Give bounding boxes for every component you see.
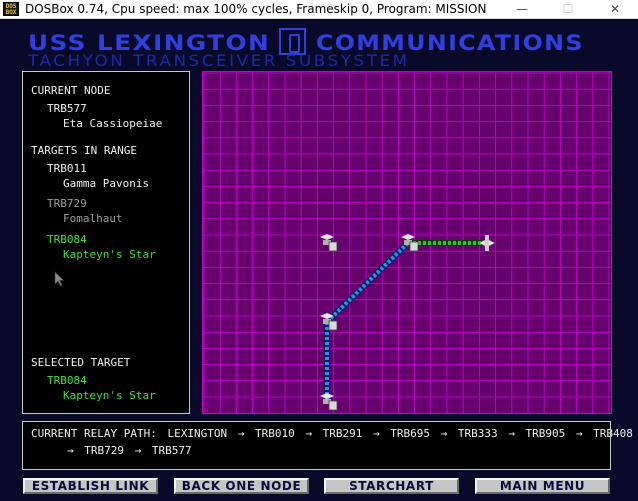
arrow-icon: → [508,427,515,440]
arrow-icon: → [237,427,245,440]
relay-node: TRB695 [390,427,430,440]
relay-node: TRB291 [322,427,363,440]
establish-link-button[interactable]: ESTABLISH LINK [23,478,158,494]
mouse-pointer-icon [54,271,64,287]
selected-target-id: TRB084 [47,374,87,387]
minimize-button[interactable]: — [499,0,545,18]
target-id[interactable]: TRB084 [47,233,87,246]
relay-path-panel: CURRENT RELAY PATH: LEXINGTON → TRB010 →… [22,421,633,470]
main-menu-button[interactable]: MAIN MENU [475,478,610,494]
subsystem-subtitle: TACHYON TRANSCEIVER SUBSYSTEM [28,51,410,70]
target-name[interactable]: Kapteyn's Star [63,248,156,261]
arrow-icon: → [575,427,583,440]
relay-node-icon [320,234,338,252]
selected-target-label: SELECTED TARGET [31,356,131,369]
target-name[interactable]: Fomalhaut [63,212,123,225]
relay-node: TRB010 [254,427,295,440]
starchart-button[interactable]: STARCHART [324,478,459,494]
relay-node: LEXINGTON [167,427,228,440]
dosbox-icon: DOS BOX [3,2,19,16]
relay-node: TRB408 [593,427,633,440]
relay-node: TRB905 [525,427,566,440]
arrow-icon: → [440,427,448,440]
target-id[interactable]: TRB011 [47,162,87,175]
relay-node: TRB577 [151,444,192,457]
window-title: DOSBox 0.74, Cpu speed: max 100% cycles,… [25,2,487,16]
arrow-icon: → [305,427,312,440]
relay-node: TRB729 [84,444,124,457]
targets-label: TARGETS IN RANGE [31,144,137,157]
arrow-icon: → [67,444,74,457]
relay-path-line-2: → TRB729 → TRB577 [67,444,196,457]
arrow-icon: → [372,427,380,440]
game-screen: USS LEXINGTON COMMUNICATIONS TACHYON TRA… [0,19,638,501]
target-name[interactable]: Gamma Pavonis [63,177,149,190]
node-info-panel: CURRENT NODE TRB577 Eta Cassiopeiae TARG… [22,71,190,414]
back-one-node-button[interactable]: BACK ONE NODE [174,478,309,494]
maximize-button[interactable]: ☐ [545,0,591,18]
current-node-icon [478,235,496,251]
relay-node-icon [320,393,338,411]
current-node-label: CURRENT NODE [31,84,111,97]
arrow-icon: → [134,444,142,457]
current-node-id: TRB577 [47,102,87,115]
relay-node: TRB333 [457,427,498,440]
current-node-name: Eta Cassiopeiae [63,117,163,130]
relay-path-line-1: CURRENT RELAY PATH: LEXINGTON → TRB010 →… [31,427,637,440]
window-title-bar: DOS BOX DOSBox 0.74, Cpu speed: max 100%… [0,0,638,19]
relay-grid-map[interactable] [203,72,612,414]
relay-grid[interactable] [202,71,612,414]
target-id[interactable]: TRB729 [47,197,87,210]
relay-path-label: CURRENT RELAY PATH: [31,427,157,440]
relay-link [325,241,410,324]
selected-target-name: Kapteyn's Star [63,389,156,402]
close-button[interactable]: ✕ [592,0,638,18]
